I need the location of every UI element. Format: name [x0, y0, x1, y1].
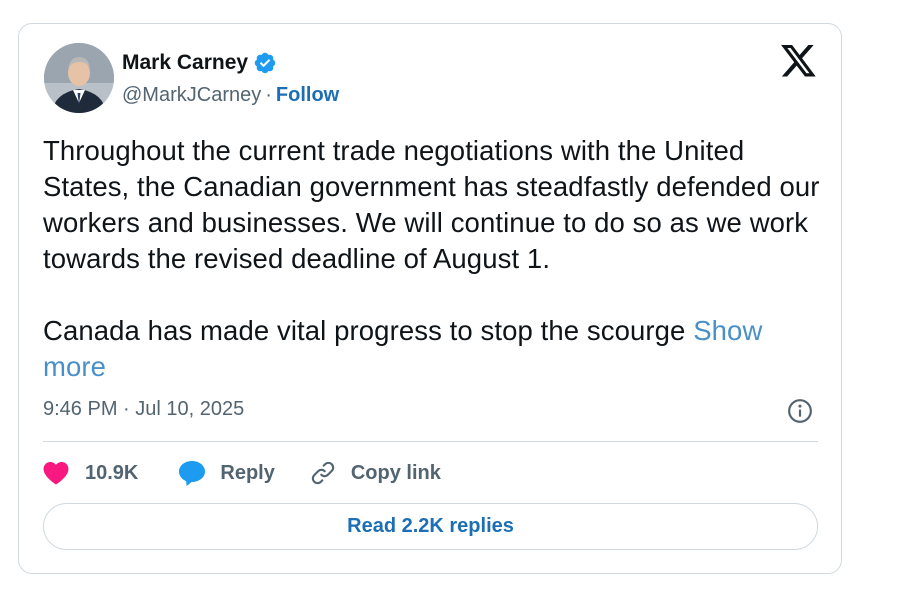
separator-dot: ·: [265, 84, 272, 106]
avatar-portrait-icon: [44, 43, 114, 113]
tweet-embed-card: Mark Carney @MarkJCarney · Follow Throug…: [18, 23, 842, 574]
copy-link-button[interactable]: Copy link: [309, 459, 441, 487]
tweet-paragraph-2-text: Canada has made vital progress to stop t…: [43, 315, 686, 346]
speech-bubble-icon: [179, 460, 206, 486]
author-name[interactable]: Mark Carney: [122, 51, 248, 75]
tweet-paragraph-2: Canada has made vital progress to stop t…: [43, 313, 829, 385]
follow-button[interactable]: Follow: [276, 84, 339, 107]
x-logo-icon[interactable]: [781, 45, 817, 78]
copy-link-label: Copy link: [350, 461, 441, 484]
read-replies-label: Read 2.2K replies: [347, 515, 514, 537]
divider: [43, 441, 818, 442]
heart-icon: [43, 461, 69, 485]
avatar[interactable]: [44, 43, 114, 113]
info-icon[interactable]: [787, 398, 813, 424]
author-name-row: Mark Carney: [122, 50, 277, 76]
reply-button[interactable]: Reply: [178, 460, 275, 487]
tweet-paragraph-1: Throughout the current trade negotiation…: [43, 135, 820, 274]
tweet-text: Throughout the current trade negotiation…: [43, 133, 829, 385]
tweet-timestamp[interactable]: 9:46 PM · Jul 10, 2025: [43, 398, 244, 421]
verified-badge-icon: [254, 52, 276, 74]
like-count: 10.9K: [85, 461, 139, 484]
tweet-actions: 10.9K Reply Copy link: [43, 458, 441, 488]
read-replies-button[interactable]: Read 2.2K replies: [43, 503, 818, 550]
author-handle-row: @MarkJCarney · Follow: [122, 84, 339, 107]
reply-label: Reply: [220, 461, 275, 484]
link-icon: [311, 461, 334, 485]
like-button[interactable]: 10.9K: [43, 461, 138, 485]
author-handle[interactable]: @MarkJCarney: [122, 84, 261, 107]
